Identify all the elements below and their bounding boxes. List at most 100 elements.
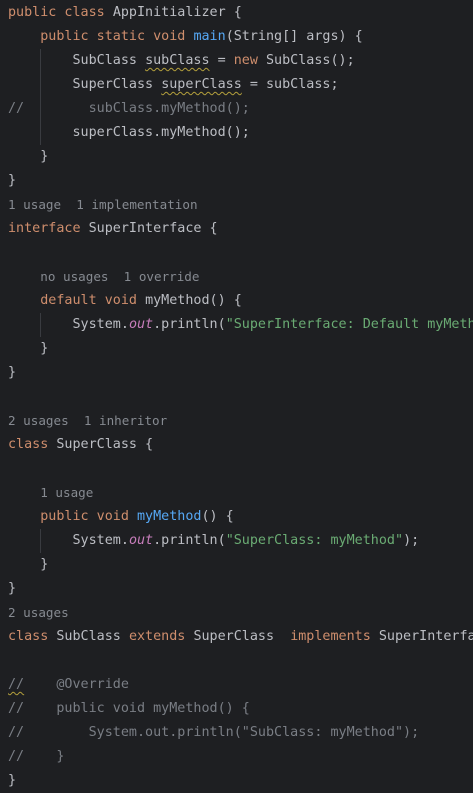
code-comment: //	[8, 677, 25, 692]
code-line[interactable]: 1 usage	[0, 481, 473, 505]
code-token: class	[8, 629, 57, 644]
code-comment	[24, 677, 56, 692]
code-token: out	[128, 317, 154, 332]
code-line[interactable]: class SuperClass {	[0, 433, 473, 457]
code-editor[interactable]: public class AppInitializer { public sta…	[0, 1, 473, 793]
code-token: SuperInterface {	[378, 629, 473, 644]
code-token: SuperClass {	[56, 437, 154, 452]
code-line[interactable]	[0, 241, 473, 265]
indent-guide	[40, 97, 41, 121]
code-token: System.	[8, 533, 129, 548]
code-line[interactable]: SuperClass superClass = subClass;	[0, 73, 473, 97]
inlay-hint[interactable]: 2 usages	[8, 605, 69, 620]
code-token: main	[193, 29, 226, 44]
code-line[interactable]: public static void main(String[] args) {	[0, 25, 473, 49]
code-line[interactable]: // @Override	[0, 673, 473, 697]
code-token: = subClass;	[241, 77, 339, 92]
code-line[interactable]: default void myMethod() {	[0, 289, 473, 313]
code-line[interactable]: class SubClass extends SuperClass implem…	[0, 625, 473, 649]
code-line[interactable]: // System.out.println("SubClass: myMetho…	[0, 721, 473, 745]
code-token: superClass	[161, 77, 242, 92]
code-line[interactable]: System.out.println("SuperInterface: Defa…	[0, 313, 473, 337]
code-line[interactable]	[0, 649, 473, 673]
code-token: }	[8, 341, 49, 356]
inlay-hint[interactable]: 2 usages 1 inheritor	[8, 413, 167, 428]
code-token: );	[403, 533, 420, 548]
code-line[interactable]: // subClass.myMethod();	[0, 97, 473, 121]
code-token: .println(	[153, 317, 226, 332]
code-line[interactable]: }	[0, 553, 473, 577]
code-line[interactable]: 2 usages	[0, 601, 473, 625]
code-line[interactable]: }	[0, 577, 473, 601]
code-token: System.	[8, 317, 129, 332]
code-line[interactable]: public class AppInitializer {	[0, 1, 473, 25]
code-token: out	[128, 533, 154, 548]
code-token: .println(	[153, 533, 226, 548]
code-token: SuperClass	[8, 77, 162, 92]
indent-guide	[40, 313, 41, 337]
code-token: SuperInterface {	[88, 221, 218, 236]
code-comment: // subClass.myMethod();	[8, 101, 250, 116]
code-line[interactable]: // public void myMethod() {	[0, 697, 473, 721]
code-line[interactable]: }	[0, 361, 473, 385]
code-token: }	[8, 173, 17, 188]
inlay-hint[interactable]: no usages 1 override	[40, 269, 199, 284]
code-comment: // }	[8, 749, 65, 764]
indent-guide	[40, 529, 41, 553]
code-token: extends	[128, 629, 194, 644]
code-token: class	[8, 437, 57, 452]
indent-guide	[40, 121, 41, 145]
code-token: (String[] args) {	[225, 29, 363, 44]
code-token: }	[8, 365, 17, 380]
code-line[interactable]	[0, 457, 473, 481]
code-token: }	[8, 557, 49, 572]
code-token: subClass	[145, 53, 210, 68]
code-token: public void	[40, 509, 137, 524]
code-token: }	[8, 773, 17, 788]
code-line[interactable]: System.out.println("SuperClass: myMethod…	[0, 529, 473, 553]
code-token: default void	[40, 293, 146, 308]
inlay-hint[interactable]: 1 usage	[40, 485, 93, 500]
code-comment: // public void myMethod() {	[8, 701, 250, 716]
code-token: implements	[290, 629, 379, 644]
code-token: AppInitializer {	[112, 5, 242, 20]
code-token: myMethod	[137, 509, 202, 524]
code-token: }	[8, 149, 49, 164]
code-line[interactable]: // }	[0, 745, 473, 769]
code-token: SubClass	[8, 53, 146, 68]
inlay-hint[interactable]: 1 usage 1 implementation	[8, 197, 198, 212]
code-line[interactable]: 2 usages 1 inheritor	[0, 409, 473, 433]
code-token: "SuperInterface: Default myMethod"	[225, 317, 473, 332]
code-token: public class	[8, 5, 113, 20]
code-token: new	[233, 53, 266, 68]
code-token: =	[209, 53, 234, 68]
code-comment: // System.out.println("SubClass: myMetho…	[8, 725, 420, 740]
code-token: public static void	[40, 29, 194, 44]
indent-guide	[40, 73, 41, 97]
code-line[interactable]: no usages 1 override	[0, 265, 473, 289]
code-token: SuperClass	[193, 629, 291, 644]
code-line[interactable]: }	[0, 169, 473, 193]
code-line[interactable]: }	[0, 145, 473, 169]
code-token: myMethod() {	[145, 293, 242, 308]
code-comment: @Override	[56, 677, 129, 692]
code-token: SubClass	[56, 629, 129, 644]
code-line[interactable]: 1 usage 1 implementation	[0, 193, 473, 217]
code-token: SubClass();	[266, 53, 355, 68]
code-line[interactable]: interface SuperInterface {	[0, 217, 473, 241]
code-line[interactable]: public void myMethod() {	[0, 505, 473, 529]
code-line[interactable]	[0, 385, 473, 409]
indent-guide	[40, 49, 41, 73]
code-line[interactable]: superClass.myMethod();	[0, 121, 473, 145]
code-token: superClass.myMethod();	[8, 125, 250, 140]
code-token: }	[8, 581, 17, 596]
code-line[interactable]: SubClass subClass = new SubClass();	[0, 49, 473, 73]
code-line[interactable]: }	[0, 769, 473, 793]
code-token: interface	[8, 221, 89, 236]
code-line[interactable]: }	[0, 337, 473, 361]
